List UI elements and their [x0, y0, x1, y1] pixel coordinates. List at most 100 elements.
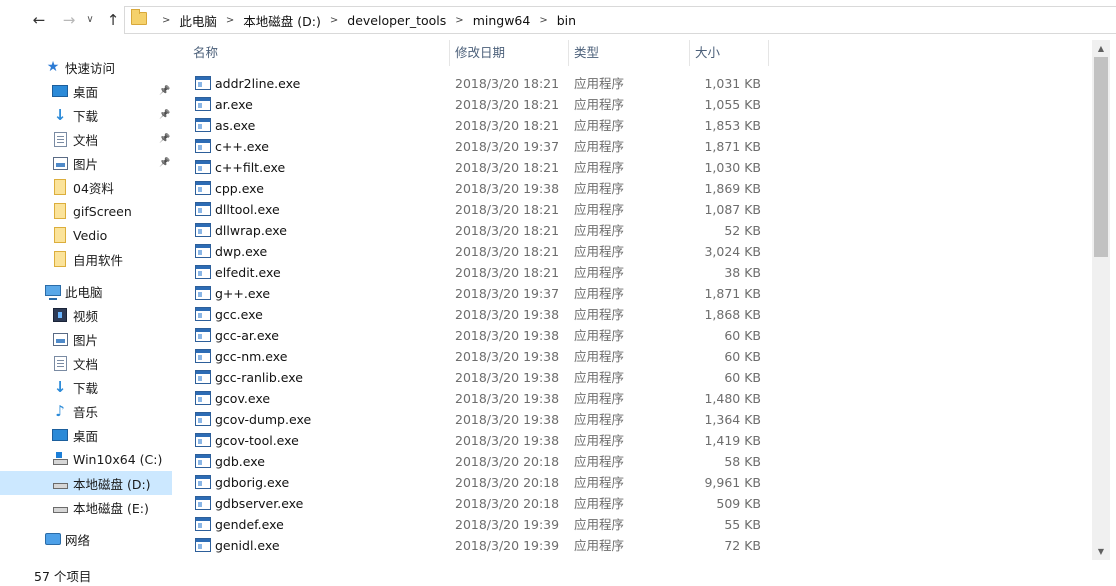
- file-name: dllwrap.exe: [215, 223, 287, 238]
- file-row[interactable]: gcc-nm.exe 2018/3/20 19:38 应用程序 60 KB: [176, 346, 1092, 367]
- chevron-right-icon[interactable]: >: [226, 15, 234, 26]
- pictures-icon: [52, 331, 68, 347]
- item-count: 57 个项目: [34, 569, 92, 584]
- sidebar-item-quick-7[interactable]: 自用软件: [0, 247, 172, 271]
- file-row[interactable]: gcov-dump.exe 2018/3/20 19:38 应用程序 1,364 KB: [176, 409, 1092, 430]
- sidebar-item-label: Win10x64 (C:): [73, 451, 163, 467]
- sidebar-item-quick-6[interactable]: Vedio: [0, 223, 172, 247]
- file-date: 2018/3/20 20:18: [455, 454, 560, 469]
- folder-icon: [52, 179, 68, 195]
- sidebar-item-quick-2[interactable]: 文档 📌: [0, 127, 172, 151]
- sidebar-item-quick-4[interactable]: 04资料: [0, 175, 172, 199]
- file-date: 2018/3/20 19:38: [455, 433, 560, 448]
- download-icon: ↓: [53, 106, 67, 124]
- file-row[interactable]: gcc-ar.exe 2018/3/20 19:38 应用程序 60 KB: [176, 325, 1092, 346]
- sidebar-item-pc-1[interactable]: 图片: [0, 327, 172, 351]
- scroll-down-icon[interactable]: ▼: [1092, 543, 1110, 560]
- sidebar-item-quick-1[interactable]: ↓ 下载 📌: [0, 103, 172, 127]
- vertical-scrollbar[interactable]: ▲ ▼: [1092, 40, 1110, 560]
- file-row[interactable]: gcc.exe 2018/3/20 19:38 应用程序 1,868 KB: [176, 304, 1092, 325]
- file-row[interactable]: genidl.exe 2018/3/20 19:39 应用程序 72 KB: [176, 535, 1092, 556]
- file-row[interactable]: cpp.exe 2018/3/20 19:38 应用程序 1,869 KB: [176, 178, 1092, 199]
- file-row[interactable]: gdbserver.exe 2018/3/20 20:18 应用程序 509 KB: [176, 493, 1092, 514]
- file-row[interactable]: c++filt.exe 2018/3/20 18:21 应用程序 1,030 KB: [176, 157, 1092, 178]
- sidebar-network[interactable]: 网络: [0, 527, 172, 551]
- file-row[interactable]: g++.exe 2018/3/20 19:37 应用程序 1,871 KB: [176, 283, 1092, 304]
- column-type[interactable]: 类型: [569, 40, 689, 66]
- file-type: 应用程序: [574, 328, 625, 343]
- file-row[interactable]: gdb.exe 2018/3/20 20:18 应用程序 58 KB: [176, 451, 1092, 472]
- file-row[interactable]: gendef.exe 2018/3/20 19:39 应用程序 55 KB: [176, 514, 1092, 535]
- pin-icon: 📌: [159, 86, 171, 96]
- file-size: 60 KB: [724, 349, 761, 364]
- column-date[interactable]: 修改日期: [450, 40, 568, 66]
- file-date: 2018/3/20 18:21: [455, 265, 560, 280]
- breadcrumb-item[interactable]: 此电脑: [179, 11, 217, 30]
- sidebar-item-pc-8[interactable]: 本地磁盘 (E:): [0, 495, 172, 519]
- file-name: gcc.exe: [215, 307, 263, 322]
- breadcrumb-item[interactable]: 本地磁盘 (D:): [243, 11, 321, 30]
- file-row[interactable]: dwp.exe 2018/3/20 18:21 应用程序 3,024 KB: [176, 241, 1092, 262]
- sidebar-item-quick-0[interactable]: 桌面 📌: [0, 79, 172, 103]
- chevron-down-icon[interactable]: ∨: [82, 10, 98, 30]
- file-date: 2018/3/20 19:39: [455, 538, 560, 553]
- chevron-right-icon[interactable]: >: [330, 15, 338, 26]
- file-row[interactable]: as.exe 2018/3/20 18:21 应用程序 1,853 KB: [176, 115, 1092, 136]
- file-row[interactable]: elfedit.exe 2018/3/20 18:21 应用程序 38 KB: [176, 262, 1092, 283]
- back-arrow-icon[interactable]: ←: [28, 10, 50, 30]
- column-name[interactable]: 名称: [188, 40, 450, 66]
- download-icon: ↓: [53, 378, 67, 396]
- breadcrumb-item[interactable]: bin: [557, 13, 576, 28]
- sidebar-item-quick-5[interactable]: gifScreen: [0, 199, 172, 223]
- file-name: gdborig.exe: [215, 475, 290, 490]
- sidebar-this-pc[interactable]: 此电脑: [0, 279, 172, 303]
- file-list: ^ 名称 修改日期 类型 大小 addr2line.exe 2018/3/20 1…: [176, 40, 1092, 560]
- breadcrumb-item[interactable]: developer_tools: [347, 13, 446, 28]
- sidebar-item-pc-6[interactable]: Win10x64 (C:): [0, 447, 172, 471]
- sidebar-item-quick-3[interactable]: 图片 📌: [0, 151, 172, 175]
- sidebar-quick-access[interactable]: ★ 快速访问: [0, 55, 172, 79]
- file-size: 1,087 KB: [704, 202, 761, 217]
- executable-icon: [195, 307, 211, 321]
- sidebar-item-pc-2[interactable]: 文档: [0, 351, 172, 375]
- column-divider[interactable]: [768, 40, 769, 66]
- sidebar-item-label: 文档: [73, 132, 99, 148]
- sidebar-item-pc-5[interactable]: 桌面: [0, 423, 172, 447]
- sidebar-item-label: 桌面: [73, 428, 99, 444]
- scrollbar-thumb[interactable]: [1094, 57, 1108, 257]
- file-type: 应用程序: [574, 160, 625, 175]
- file-type: 应用程序: [574, 181, 625, 196]
- folder-icon: [52, 227, 68, 243]
- file-size: 1,869 KB: [704, 181, 761, 196]
- chevron-right-icon[interactable]: >: [162, 15, 170, 26]
- forward-arrow-icon[interactable]: →: [58, 10, 80, 30]
- file-size: 1,480 KB: [704, 391, 761, 406]
- up-arrow-icon[interactable]: ↑: [102, 10, 124, 30]
- chevron-right-icon[interactable]: >: [539, 15, 547, 26]
- file-row[interactable]: dllwrap.exe 2018/3/20 18:21 应用程序 52 KB: [176, 220, 1092, 241]
- sidebar-item-pc-7[interactable]: 本地磁盘 (D:): [0, 471, 172, 495]
- file-date: 2018/3/20 18:21: [455, 202, 560, 217]
- file-name: gcov-dump.exe: [215, 412, 312, 427]
- file-row[interactable]: gcc-ranlib.exe 2018/3/20 19:38 应用程序 60 KB: [176, 367, 1092, 388]
- sidebar-item-pc-4[interactable]: ♪ 音乐: [0, 399, 172, 423]
- sidebar-item-pc-3[interactable]: ↓ 下载: [0, 375, 172, 399]
- file-row[interactable]: c++.exe 2018/3/20 19:37 应用程序 1,871 KB: [176, 136, 1092, 157]
- scroll-up-icon[interactable]: ▲: [1092, 40, 1110, 57]
- file-row[interactable]: gdborig.exe 2018/3/20 20:18 应用程序 9,961 KB: [176, 472, 1092, 493]
- file-type: 应用程序: [574, 475, 625, 490]
- sidebar-item-label: 图片: [73, 332, 99, 348]
- chevron-right-icon[interactable]: >: [455, 15, 463, 26]
- breadcrumb[interactable]: > 此电脑 > 本地磁盘 (D:) > developer_tools > mingw64 > b…: [124, 6, 1116, 34]
- file-row[interactable]: gcov.exe 2018/3/20 19:38 应用程序 1,480 KB: [176, 388, 1092, 409]
- file-row[interactable]: ar.exe 2018/3/20 18:21 应用程序 1,055 KB: [176, 94, 1092, 115]
- file-date: 2018/3/20 19:38: [455, 181, 560, 196]
- column-size[interactable]: 大小: [690, 40, 768, 66]
- breadcrumb-item[interactable]: mingw64: [473, 13, 531, 28]
- file-row[interactable]: dlltool.exe 2018/3/20 18:21 应用程序 1,087 KB: [176, 199, 1092, 220]
- file-row[interactable]: gcov-tool.exe 2018/3/20 19:38 应用程序 1,419 KB: [176, 430, 1092, 451]
- file-row[interactable]: addr2line.exe 2018/3/20 18:21 应用程序 1,031 KB: [176, 73, 1092, 94]
- file-type: 应用程序: [574, 265, 625, 280]
- breadcrumb-items: > 此电脑 > 本地磁盘 (D:) > developer_tools > mingw64 > b…: [153, 7, 576, 33]
- sidebar-item-pc-0[interactable]: 视频: [0, 303, 172, 327]
